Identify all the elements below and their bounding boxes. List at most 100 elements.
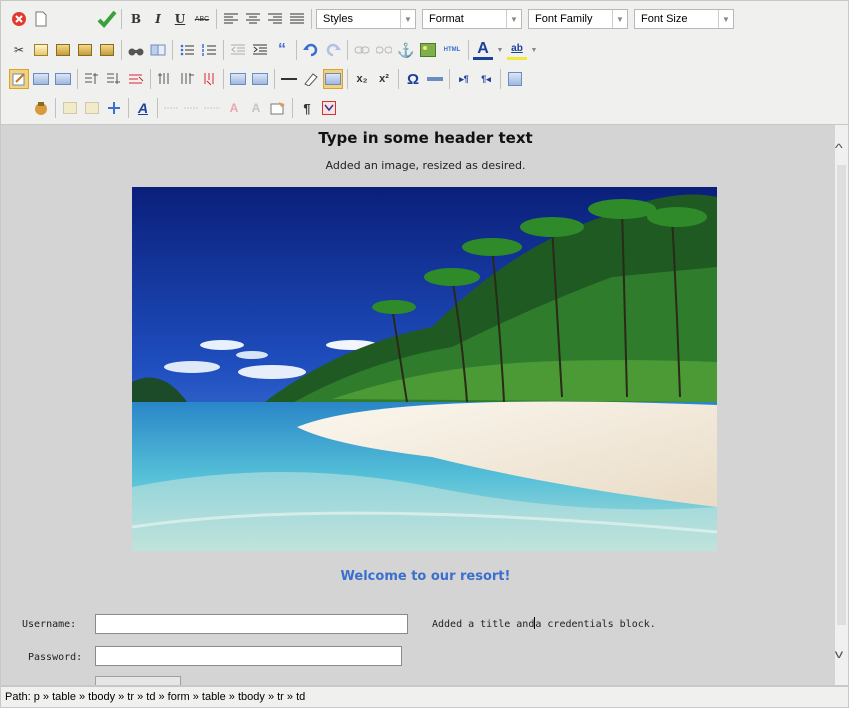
show-invisible-button[interactable]: ¶	[297, 98, 317, 118]
toolbar-separator	[292, 98, 293, 118]
blank-icon-2[interactable]	[75, 9, 95, 29]
element-path[interactable]: Path: p » table » tbody » tr » td » form…	[5, 691, 305, 703]
chevron-down-icon[interactable]: ▼	[612, 10, 627, 28]
italic-button[interactable]: I	[148, 9, 168, 29]
rtl-icon[interactable]: ¶◂	[476, 69, 496, 89]
link-icon[interactable]	[352, 40, 372, 60]
welcome-heading: Welcome to our resort!	[340, 569, 511, 584]
find-icon[interactable]	[126, 40, 146, 60]
chevron-down-icon[interactable]: ▼	[506, 10, 521, 28]
toolbar-separator	[223, 69, 224, 89]
scroll-up-icon[interactable]: ^	[835, 141, 843, 155]
indent-icon[interactable]	[250, 40, 270, 60]
font-family-select[interactable]: Font Family ▼	[528, 9, 628, 29]
ltr-icon[interactable]: ▸¶	[454, 69, 474, 89]
split-cells-icon[interactable]	[228, 69, 248, 89]
beach-photo[interactable]	[132, 187, 717, 551]
align-center-icon[interactable]	[243, 9, 263, 29]
new-document-icon[interactable]	[31, 9, 51, 29]
chevron-down-icon[interactable]: ▼	[718, 10, 733, 28]
insert-table-icon[interactable]	[323, 69, 343, 89]
paste-icon[interactable]	[53, 40, 73, 60]
password-input[interactable]	[95, 646, 402, 666]
toolbar-separator	[77, 69, 78, 89]
toolbar-separator	[311, 9, 312, 29]
toolbar-row-3: x₂ x² Ω ▸¶ ¶◂	[9, 67, 527, 91]
unlink-icon[interactable]	[374, 40, 394, 60]
password-label: Password:	[28, 652, 83, 663]
align-left-icon[interactable]	[221, 9, 241, 29]
superscript-button[interactable]: x²	[374, 69, 394, 89]
align-justify-icon[interactable]	[287, 9, 307, 29]
subscript-button[interactable]: x₂	[352, 69, 372, 89]
username-input[interactable]	[95, 614, 408, 634]
insert-layer-icon[interactable]	[60, 98, 80, 118]
paste-word-icon[interactable]	[97, 40, 117, 60]
paste-text-icon[interactable]	[75, 40, 95, 60]
special-char-button[interactable]: Ω	[403, 69, 423, 89]
outdent-icon[interactable]	[228, 40, 248, 60]
table-cell-icon[interactable]	[53, 69, 73, 89]
absolute-position-icon[interactable]	[104, 98, 124, 118]
toolbar-separator	[274, 69, 275, 89]
insert-col-before-icon[interactable]	[155, 69, 175, 89]
underline-button[interactable]: U	[170, 9, 190, 29]
vertical-scrollbar[interactable]: ^ v	[835, 125, 848, 685]
bold-button[interactable]: B	[126, 9, 146, 29]
toolbar-separator	[223, 40, 224, 60]
cancel-icon[interactable]	[9, 9, 29, 29]
image-icon[interactable]	[418, 40, 438, 60]
cut-icon[interactable]: ✂	[9, 40, 29, 60]
username-label: Username:	[22, 619, 77, 630]
chevron-down-icon[interactable]: ▼	[400, 10, 415, 28]
chevron-down-icon[interactable]: ▼	[495, 40, 505, 60]
bullet-list-icon[interactable]	[177, 40, 197, 60]
align-right-icon[interactable]	[265, 9, 285, 29]
submit-button[interactable]	[95, 676, 181, 685]
edit-note-end: a credentials block.	[535, 619, 656, 630]
nonbreaking-icon[interactable]	[319, 98, 339, 118]
font-size-select[interactable]: Font Size ▼	[634, 9, 734, 29]
replace-icon[interactable]	[148, 40, 168, 60]
anchor-icon[interactable]: ⚓	[396, 40, 416, 60]
insert-media-icon[interactable]	[31, 98, 51, 118]
chevron-down-icon[interactable]: ▼	[529, 40, 539, 60]
editor-content-area[interactable]: Type in some header text Added an image,…	[0, 124, 849, 686]
format-select[interactable]: Format ▼	[422, 9, 522, 29]
html-source-button[interactable]: HTML	[440, 40, 464, 60]
copy-icon[interactable]	[31, 40, 51, 60]
numbered-list-icon[interactable]	[199, 40, 219, 60]
horizontal-rule-icon[interactable]	[279, 69, 299, 89]
blockquote-button[interactable]: “	[272, 40, 292, 60]
styles-select[interactable]: Styles ▼	[316, 9, 416, 29]
save-checkmark-icon[interactable]	[97, 9, 117, 29]
highlight-color-button[interactable]: ab	[507, 40, 527, 60]
ins-a-icon[interactable]: A	[246, 98, 266, 118]
table-row-icon[interactable]	[31, 69, 51, 89]
attributes-icon[interactable]	[268, 98, 288, 118]
fullscreen-icon[interactable]	[505, 69, 525, 89]
delete-col-icon[interactable]	[199, 69, 219, 89]
edit-css-style-icon[interactable]	[9, 69, 29, 89]
move-forward-icon[interactable]	[82, 98, 102, 118]
insert-line-icon[interactable]	[425, 69, 445, 89]
scrollbar-thumb[interactable]	[837, 165, 846, 625]
scroll-down-icon[interactable]: v	[835, 647, 843, 661]
toolbar-separator	[157, 98, 158, 118]
font-color-button[interactable]: A	[473, 40, 493, 60]
strikethrough-button[interactable]: ABC	[192, 9, 212, 29]
insert-col-after-icon[interactable]	[177, 69, 197, 89]
insert-row-after-icon[interactable]	[104, 69, 124, 89]
delete-row-icon[interactable]	[126, 69, 146, 89]
toolbar-separator	[347, 69, 348, 89]
redo-icon[interactable]	[323, 40, 343, 60]
abbreviation-icons[interactable]	[162, 98, 222, 118]
style-props-button[interactable]: A	[133, 98, 153, 118]
insert-row-before-icon[interactable]	[82, 69, 102, 89]
cleanup-icon[interactable]	[301, 69, 321, 89]
blank-icon[interactable]	[53, 9, 73, 29]
merge-cells-icon[interactable]	[250, 69, 270, 89]
undo-icon[interactable]	[301, 40, 321, 60]
blank-icon-3[interactable]	[9, 98, 29, 118]
strike-a-icon[interactable]: A	[224, 98, 244, 118]
